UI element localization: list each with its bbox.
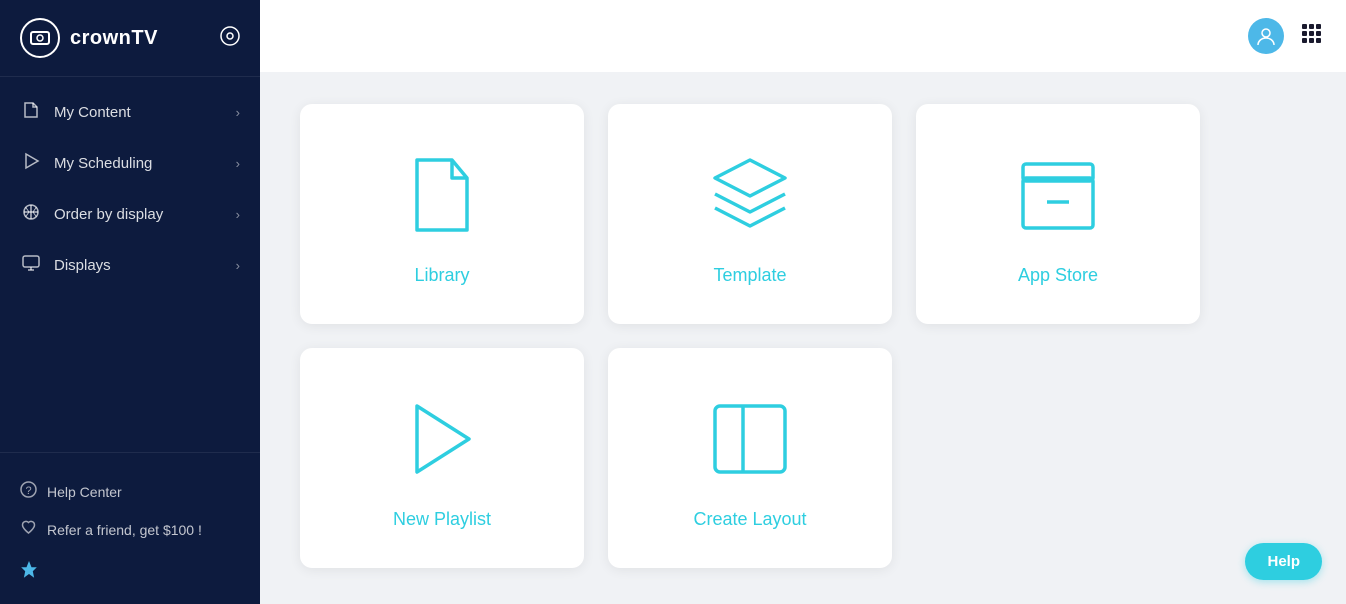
library-label: Library <box>414 265 469 286</box>
template-icon <box>705 150 795 245</box>
my-content-icon <box>20 101 42 124</box>
chevron-right-icon: › <box>236 258 240 273</box>
chevron-right-icon: › <box>236 105 240 120</box>
logo-icon <box>20 18 60 58</box>
my-scheduling-icon <box>20 152 42 175</box>
create-layout-label: Create Layout <box>693 509 806 530</box>
new-playlist-label: New Playlist <box>393 509 491 530</box>
order-by-display-icon <box>20 203 42 226</box>
refer-friend-item[interactable]: Refer a friend, get $100 ! <box>20 511 240 549</box>
logo-text: crownTV <box>70 27 158 50</box>
help-button[interactable]: Help <box>1245 543 1322 580</box>
app-store-icon <box>1013 150 1103 245</box>
logo-area: crownTV <box>0 0 260 77</box>
create-layout-icon <box>705 394 795 489</box>
sidebar-item-my-scheduling-label: My Scheduling <box>54 155 224 172</box>
displays-icon <box>20 254 42 277</box>
settings-icon[interactable] <box>220 26 240 51</box>
heart-icon <box>20 519 37 541</box>
header <box>260 0 1346 72</box>
card-template[interactable]: Template <box>608 104 892 324</box>
card-library[interactable]: Library <box>300 104 584 324</box>
sidebar-item-my-scheduling[interactable]: My Scheduling › <box>0 138 260 189</box>
main-content: Library Template <box>260 0 1346 604</box>
sidebar-item-my-content-label: My Content <box>54 104 224 121</box>
card-create-layout[interactable]: Create Layout <box>608 348 892 568</box>
new-playlist-icon <box>397 394 487 489</box>
user-avatar[interactable] <box>1248 18 1284 54</box>
help-center-icon: ? <box>20 481 37 503</box>
sidebar-item-order-by-display-label: Order by display <box>54 206 224 223</box>
pin-icon[interactable] <box>20 561 240 584</box>
app-store-label: App Store <box>1018 265 1098 286</box>
library-icon <box>402 150 482 245</box>
cards-grid: Library Template <box>300 104 1200 568</box>
refer-friend-label: Refer a friend, get $100 ! <box>47 522 202 538</box>
card-app-store[interactable]: App Store <box>916 104 1200 324</box>
help-center-label: Help Center <box>47 484 122 500</box>
sidebar-footer: ? Help Center Refer a friend, get $100 ! <box>0 452 260 604</box>
svg-text:?: ? <box>26 485 32 497</box>
sidebar: crownTV My Content › <box>0 0 260 604</box>
sidebar-nav: My Content › My Scheduling › <box>0 77 260 452</box>
template-label: Template <box>713 265 786 286</box>
grid-icon[interactable] <box>1300 22 1322 50</box>
content-area: Library Template <box>260 72 1346 604</box>
chevron-right-icon: › <box>236 156 240 171</box>
help-center-item[interactable]: ? Help Center <box>20 473 240 511</box>
sidebar-item-displays-label: Displays <box>54 257 224 274</box>
sidebar-item-displays[interactable]: Displays › <box>0 240 260 291</box>
sidebar-item-order-by-display[interactable]: Order by display › <box>0 189 260 240</box>
sidebar-item-my-content[interactable]: My Content › <box>0 87 260 138</box>
chevron-right-icon: › <box>236 207 240 222</box>
card-new-playlist[interactable]: New Playlist <box>300 348 584 568</box>
